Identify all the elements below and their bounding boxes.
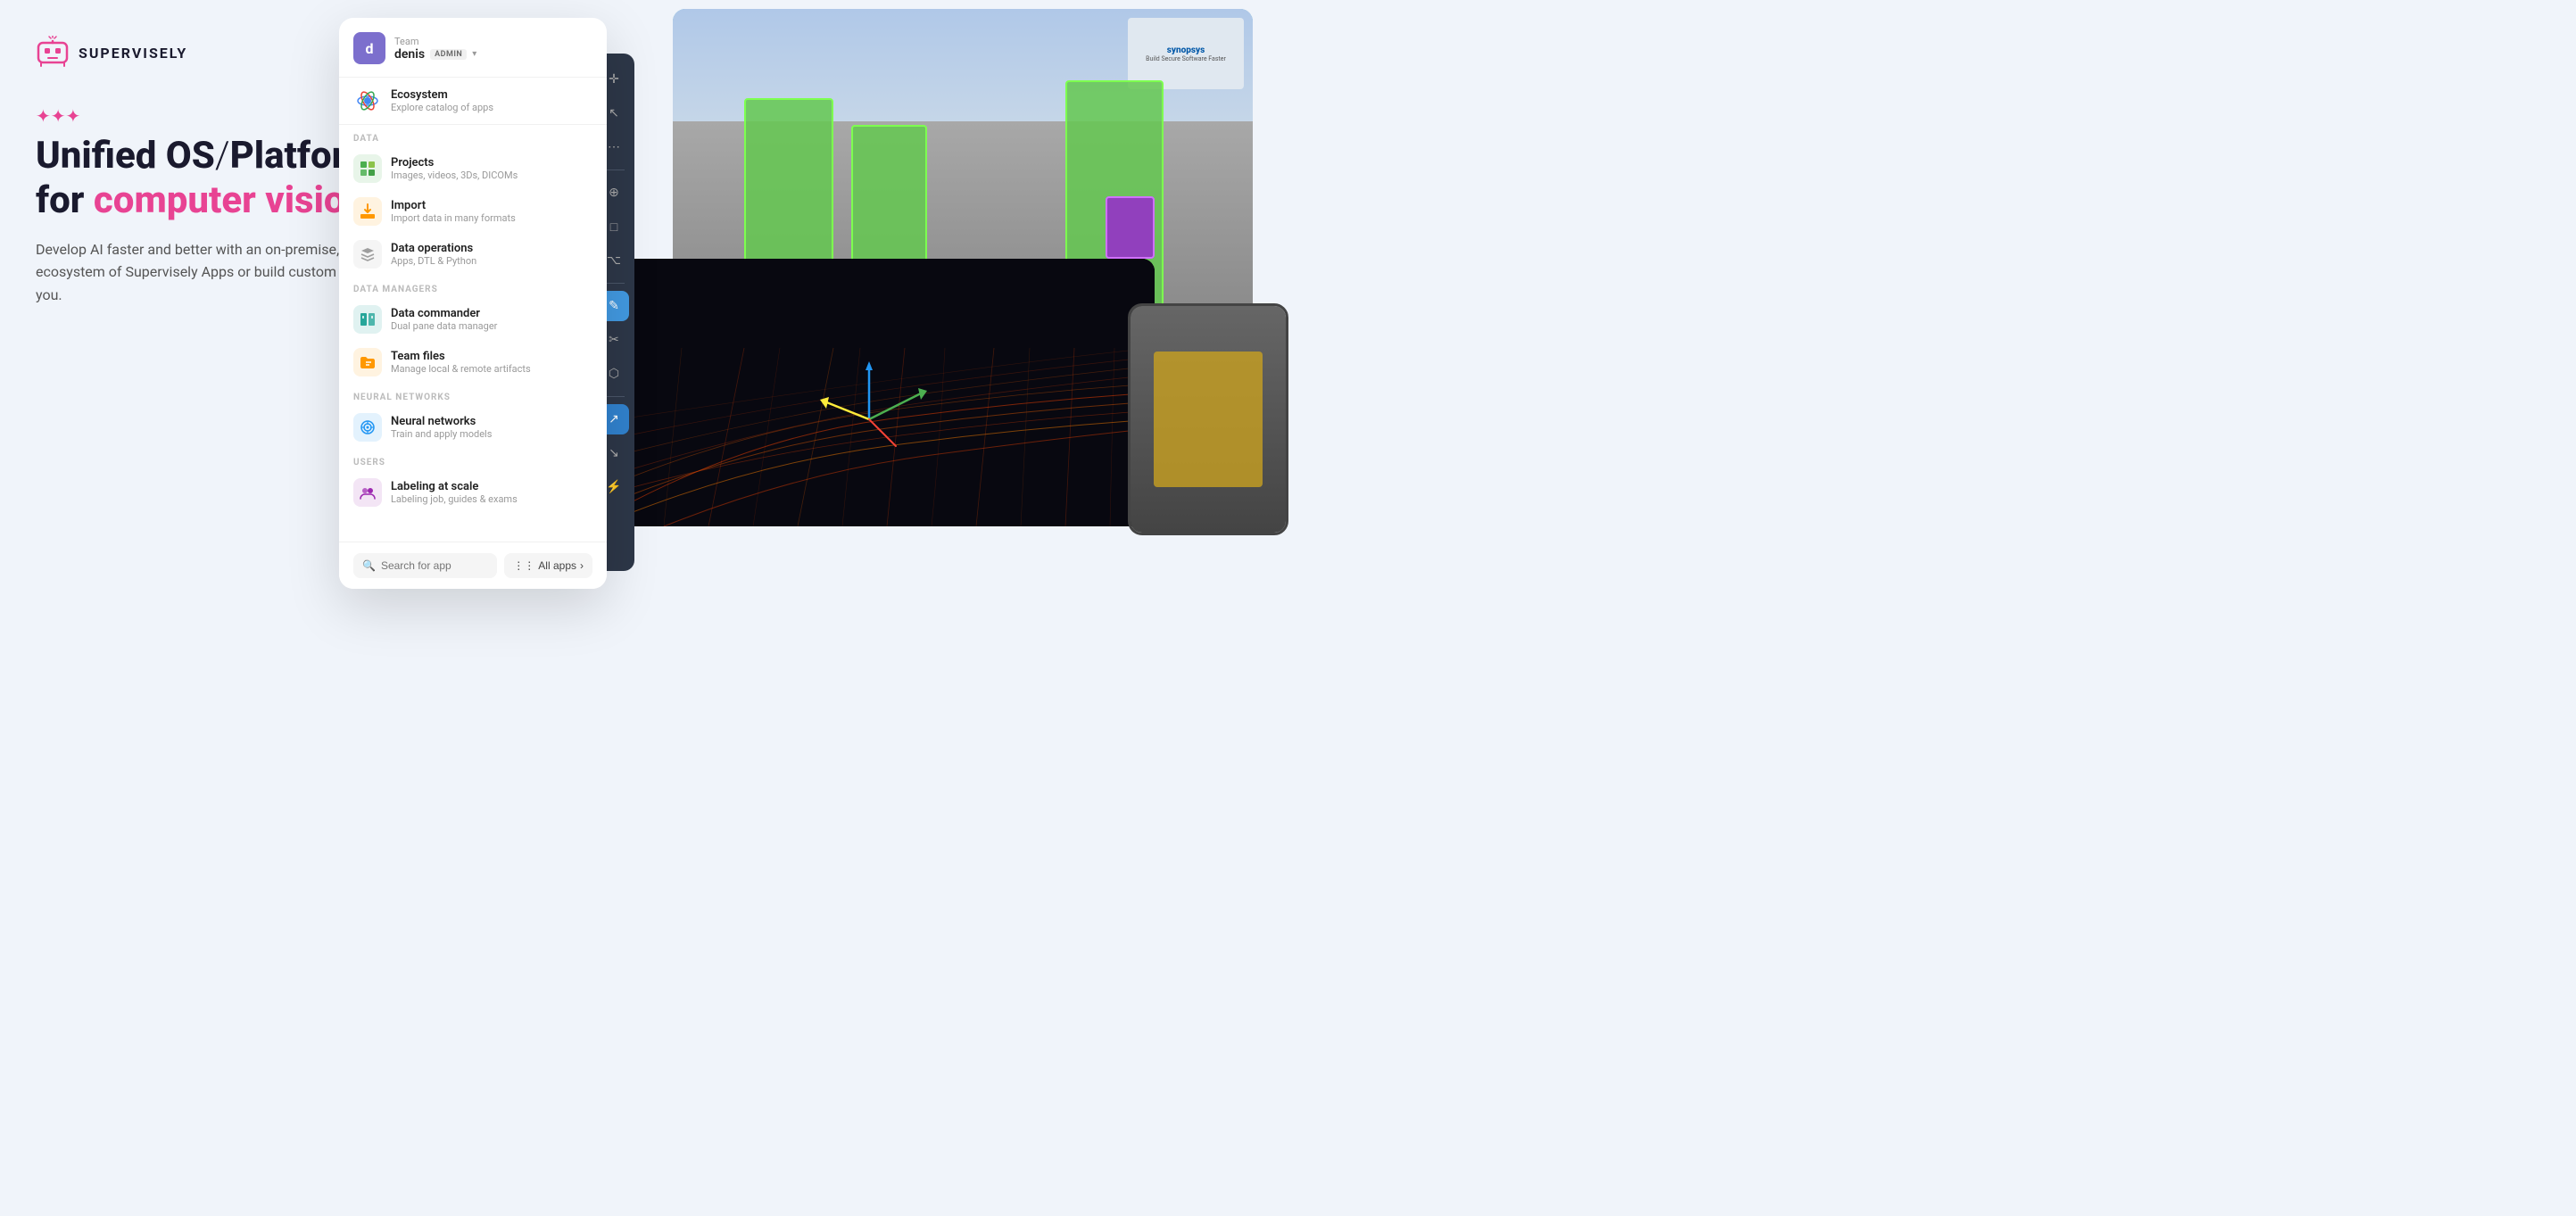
labeling-title: Labeling at scale [391, 480, 518, 493]
lidar-svg [619, 259, 1155, 526]
team-files-text: Team files Manage local & remote artifac… [391, 350, 531, 375]
search-bar: 🔍 ⋮⋮ All apps › [339, 542, 607, 589]
search-icon: 🔍 [362, 559, 376, 572]
data-operations-icon [353, 240, 382, 269]
sidebar-header: d Team denis ADMIN ▾ [339, 18, 607, 78]
sidebar-panel: d Team denis ADMIN ▾ Ecosystem Explore [339, 18, 607, 589]
sidebar-item-labeling[interactable]: Labeling at scale Labeling job, guides &… [339, 471, 607, 514]
labeling-text: Labeling at scale Labeling job, guides &… [391, 480, 518, 505]
user-name: denis [394, 47, 425, 62]
sidebar-item-neural-networks[interactable]: Neural networks Train and apply models [339, 406, 607, 449]
neural-networks-text: Neural networks Train and apply models [391, 415, 492, 440]
ecosystem-item[interactable]: Ecosystem Explore catalog of apps [339, 78, 607, 125]
neural-networks-subtitle: Train and apply models [391, 428, 492, 440]
synopsys-subtext: Build Secure Software Faster [1146, 55, 1226, 62]
chevron-right-icon: › [580, 559, 584, 572]
lidar-image [619, 259, 1155, 526]
tablet-screen [1131, 306, 1286, 533]
user-info: Team denis ADMIN ▾ [394, 36, 592, 62]
ecosystem-subtitle: Explore catalog of apps [391, 102, 493, 113]
logo-text: SUPERVISELY [79, 45, 187, 62]
admin-badge: ADMIN [430, 49, 467, 60]
data-commander-icon [353, 305, 382, 334]
team-files-icon [353, 348, 382, 376]
grid-icon: ⋮⋮ [513, 559, 534, 572]
sidebar-item-import[interactable]: Import Import data in many formats [339, 190, 607, 233]
projects-subtitle: Images, videos, 3Ds, DICOMs [391, 170, 518, 181]
tablet-content [1154, 352, 1263, 487]
search-wrapper[interactable]: 🔍 [353, 553, 497, 578]
sidebar-item-data-operations[interactable]: Data operations Apps, DTL & Python [339, 233, 607, 276]
section-users-label: USERS [339, 449, 607, 471]
chevron-down-icon: ▾ [472, 49, 476, 59]
team-label: Team [394, 36, 592, 47]
import-title: Import [391, 199, 516, 212]
projects-text: Projects Images, videos, 3Ds, DICOMs [391, 156, 518, 181]
import-text: Import Import data in many formats [391, 199, 516, 224]
data-commander-text: Data commander Dual pane data manager [391, 307, 497, 332]
search-input[interactable] [381, 559, 488, 572]
avatar: d [353, 32, 385, 64]
supervisely-logo-icon [36, 36, 70, 70]
all-apps-label: All apps [538, 559, 576, 572]
data-commander-subtitle: Dual pane data manager [391, 320, 497, 332]
projects-title: Projects [391, 156, 518, 170]
sidebar-item-data-commander[interactable]: Data commander Dual pane data manager [339, 298, 607, 341]
user-name-row: denis ADMIN ▾ [394, 47, 592, 62]
data-operations-title: Data operations [391, 242, 476, 255]
sidebar-item-projects[interactable]: Projects Images, videos, 3Ds, DICOMs [339, 147, 607, 190]
data-operations-subtitle: Apps, DTL & Python [391, 255, 476, 267]
data-operations-text: Data operations Apps, DTL & Python [391, 242, 476, 267]
backpack-overlay [1106, 196, 1155, 259]
lidar-background [619, 259, 1155, 526]
neural-networks-icon [353, 413, 382, 442]
ecosystem-title: Ecosystem [391, 88, 493, 102]
labeling-icon [353, 478, 382, 507]
import-icon [353, 197, 382, 226]
team-files-subtitle: Manage local & remote artifacts [391, 363, 531, 375]
labeling-subtitle: Labeling job, guides & exams [391, 493, 518, 505]
image-panel: synopsys Build Secure Software Faster [619, 0, 1288, 608]
all-apps-button[interactable]: ⋮⋮ All apps › [504, 553, 592, 578]
team-files-title: Team files [391, 350, 531, 363]
ecosystem-icon [353, 87, 382, 115]
user-row[interactable]: d Team denis ADMIN ▾ [353, 32, 592, 64]
import-subtitle: Import data in many formats [391, 212, 516, 224]
data-commander-title: Data commander [391, 307, 497, 320]
section-data-managers-label: DATA MANAGERS [339, 276, 607, 298]
synopsys-sign: synopsys Build Secure Software Faster [1128, 18, 1244, 89]
synopsys-text: synopsys [1167, 45, 1205, 55]
projects-icon [353, 154, 382, 183]
tablet-image [1128, 303, 1288, 535]
section-neural-networks-label: NEURAL NETWORKS [339, 384, 607, 406]
ecosystem-text: Ecosystem Explore catalog of apps [391, 88, 493, 113]
section-data-label: DATA [339, 125, 607, 147]
neural-networks-title: Neural networks [391, 415, 492, 428]
sidebar-item-team-files[interactable]: Team files Manage local & remote artifac… [339, 341, 607, 384]
